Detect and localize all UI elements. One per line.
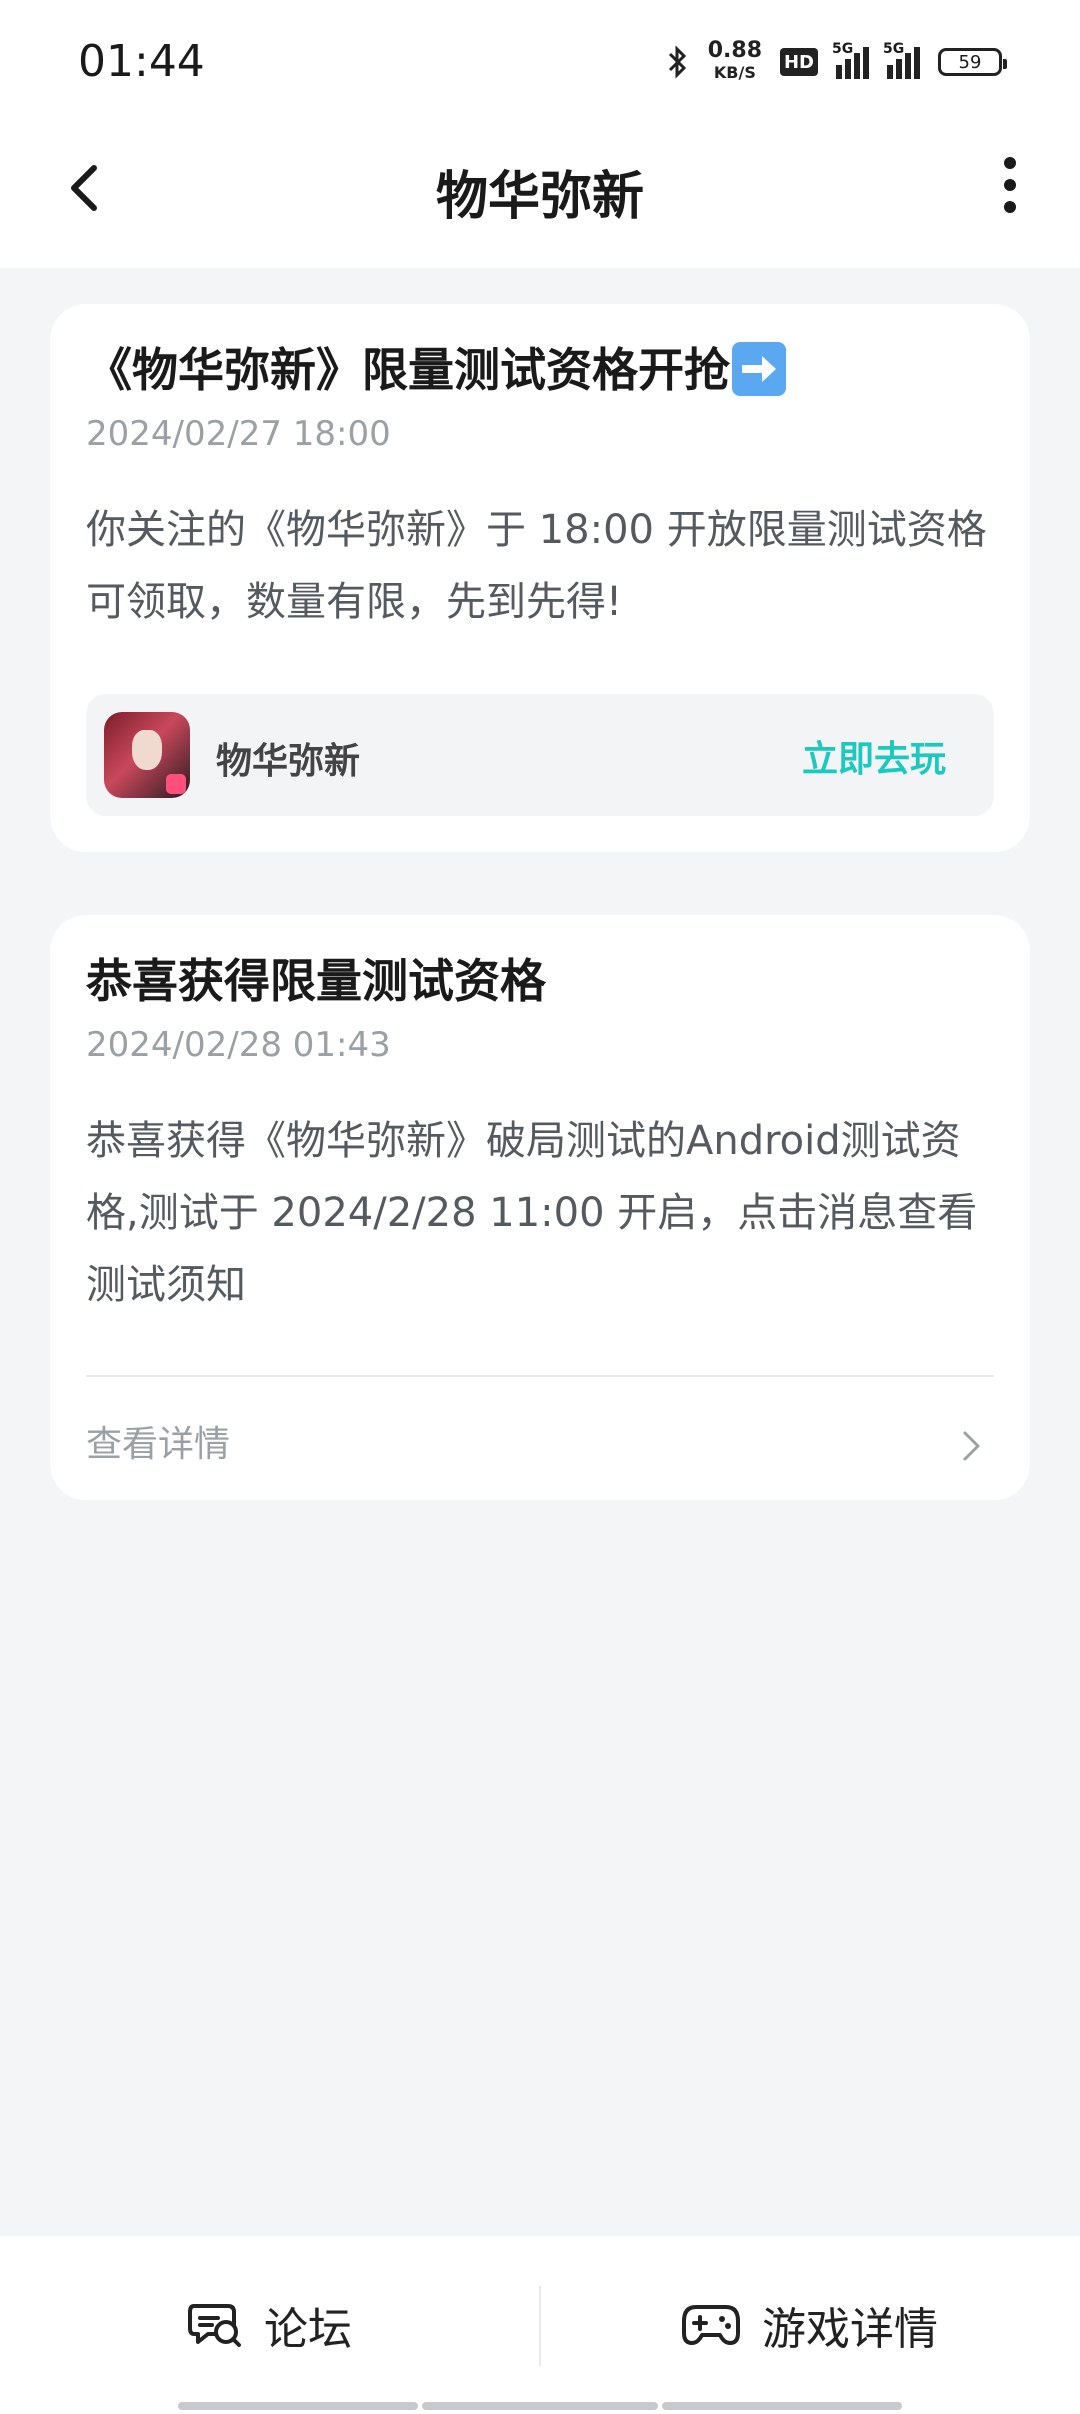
game-entry[interactable]: 物华弥新 立即去玩 (86, 694, 994, 816)
message-title: 恭喜获得限量测试资格 (86, 954, 546, 1008)
network-speed: 0.88 KB/S (707, 38, 762, 83)
tab-forum-label: 论坛 (264, 2304, 352, 2355)
game-badge-icon (166, 774, 186, 794)
signal-icon-sim1: 5G (832, 41, 869, 79)
message-card-test-open: 《物华弥新》限量测试资格开抢 2024/02/27 18:00 你关注的《物华弥… (50, 304, 1030, 852)
chevron-right-icon (963, 1431, 980, 1461)
message-body: 恭喜获得《物华弥新》破局测试的Android测试资格,测试于 2024/2/28… (86, 1118, 978, 1308)
bluetooth-icon (668, 45, 686, 79)
status-icons: 0.88 KB/S HD 5G 5G 59 (666, 38, 1007, 84)
message-card-qualification[interactable]: 恭喜获得限量测试资格 2024/02/28 01:43 恭喜获得《物华弥新》破局… (50, 915, 1030, 1500)
bottom-bar: 论坛 游戏详情 (0, 2236, 1080, 2414)
view-details-link[interactable]: 查看详情 (86, 1415, 994, 1475)
status-bar: 01:44 0.88 KB/S HD 5G 5G 59 (0, 0, 1080, 130)
signal-icon-sim2: 5G (883, 41, 920, 79)
gesture-bar-segment (178, 2402, 418, 2410)
gesture-bar-segment (422, 2402, 658, 2410)
game-name: 物华弥新 (216, 741, 361, 782)
more-options-icon[interactable] (980, 150, 1040, 220)
message-body: 你关注的《物华弥新》于 18:00 开放限量测试资格可领取，数量有限，先到先得! (86, 507, 987, 625)
page-title: 物华弥新 (435, 167, 644, 227)
gamepad-icon (682, 2305, 740, 2345)
divider (86, 1375, 994, 1377)
view-details-label: 查看详情 (86, 1424, 231, 1465)
battery-icon: 59 (938, 48, 1007, 76)
message-title: 《物华弥新》限量测试资格开抢 (86, 340, 994, 400)
tab-game-details[interactable]: 游戏详情 (540, 2236, 1080, 2414)
app-header: 物华弥新 (0, 130, 1080, 268)
message-date: 2024/02/27 18:00 (86, 414, 391, 454)
status-time: 01:44 (78, 36, 205, 87)
tab-forum[interactable]: 论坛 (0, 2236, 540, 2414)
play-now-button[interactable]: 立即去玩 (802, 730, 946, 782)
right-arrow-emoji-icon (732, 342, 786, 396)
gesture-bar-segment (662, 2402, 902, 2410)
hd-icon: HD (780, 48, 818, 76)
message-date: 2024/02/28 01:43 (86, 1025, 391, 1065)
game-avatar (104, 712, 190, 798)
forum-icon (188, 2304, 241, 2347)
tab-game-details-label: 游戏详情 (762, 2304, 938, 2355)
